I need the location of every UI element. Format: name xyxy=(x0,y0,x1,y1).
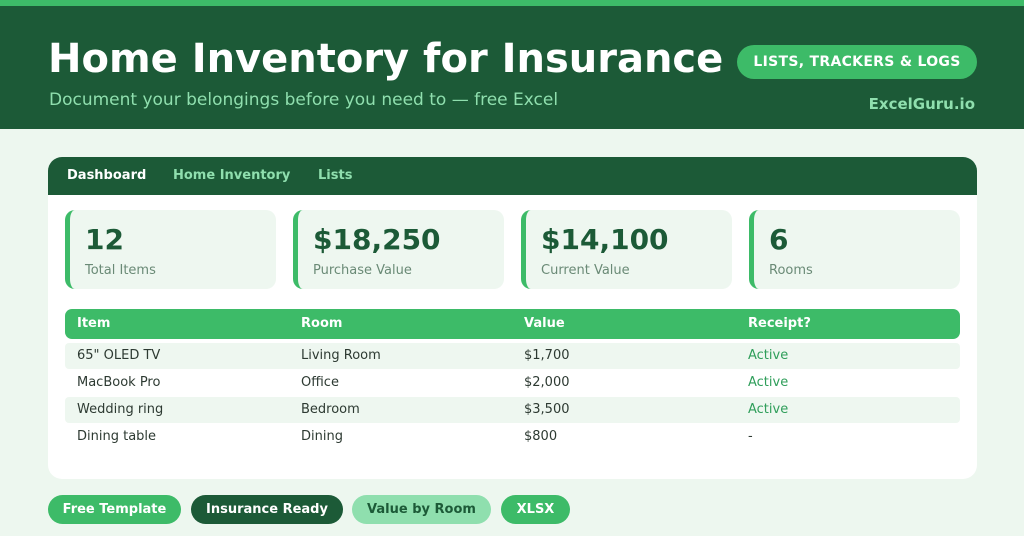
tag-xlsx: XLSX xyxy=(501,495,570,524)
cell-value: $1,700 xyxy=(524,348,570,363)
tab-lists[interactable]: Lists xyxy=(318,168,352,183)
spreadsheet-preview-card: Dashboard Home Inventory Lists 12 Total … xyxy=(48,157,977,479)
stat-label: Total Items xyxy=(85,263,156,278)
stat-label: Purchase Value xyxy=(313,263,412,278)
table-header: Item Room Value Receipt? xyxy=(65,309,960,339)
stat-card-rooms: 6 Rooms xyxy=(749,210,960,289)
cell-item: 65" OLED TV xyxy=(77,348,161,363)
stat-label: Rooms xyxy=(769,263,813,278)
stat-value: $18,250 xyxy=(313,223,441,256)
page-subtitle: Document your belongings before you need… xyxy=(49,90,559,110)
cell-value: $3,500 xyxy=(524,402,570,417)
cell-receipt: Active xyxy=(748,402,789,417)
cell-item: MacBook Pro xyxy=(77,375,161,390)
cell-value: $2,000 xyxy=(524,375,570,390)
tag-free-template: Free Template xyxy=(48,495,181,524)
cell-room: Dining xyxy=(301,429,343,444)
tag-value-by-room: Value by Room xyxy=(352,495,491,524)
table-row: MacBook Pro Office $2,000 Active xyxy=(65,370,960,396)
cell-value: $800 xyxy=(524,429,558,444)
tab-dashboard[interactable]: Dashboard xyxy=(67,168,146,183)
table-row: Wedding ring Bedroom $3,500 Active xyxy=(65,397,960,423)
cell-room: Office xyxy=(301,375,339,390)
column-header-receipt: Receipt? xyxy=(748,316,811,331)
page-title: Home Inventory for Insurance xyxy=(48,36,724,82)
stat-label: Current Value xyxy=(541,263,630,278)
stat-card-purchase-value: $18,250 Purchase Value xyxy=(293,210,504,289)
category-badge: LISTS, TRACKERS & LOGS xyxy=(737,45,977,79)
tag-insurance-ready: Insurance Ready xyxy=(191,495,343,524)
cell-room: Living Room xyxy=(301,348,381,363)
cell-item: Wedding ring xyxy=(77,402,164,417)
table-row: 65" OLED TV Living Room $1,700 Active xyxy=(65,343,960,369)
stat-value: 6 xyxy=(769,223,789,256)
tab-home-inventory[interactable]: Home Inventory xyxy=(173,168,290,183)
brand-label: ExcelGuru.io xyxy=(868,95,975,113)
column-header-item: Item xyxy=(77,316,111,331)
column-header-room: Room xyxy=(301,316,343,331)
header-banner: Home Inventory for Insurance Document yo… xyxy=(0,6,1024,129)
cell-item: Dining table xyxy=(77,429,157,444)
cell-receipt: Active xyxy=(748,348,789,363)
table-row: Dining table Dining $800 - xyxy=(65,424,960,450)
sheet-tab-bar: Dashboard Home Inventory Lists xyxy=(48,157,977,195)
stat-card-current-value: $14,100 Current Value xyxy=(521,210,732,289)
stat-value: $14,100 xyxy=(541,223,669,256)
cell-room: Bedroom xyxy=(301,402,360,417)
cell-receipt: - xyxy=(748,429,753,444)
stat-card-total-items: 12 Total Items xyxy=(65,210,276,289)
cell-receipt: Active xyxy=(748,375,789,390)
stat-value: 12 xyxy=(85,223,124,256)
column-header-value: Value xyxy=(524,316,565,331)
